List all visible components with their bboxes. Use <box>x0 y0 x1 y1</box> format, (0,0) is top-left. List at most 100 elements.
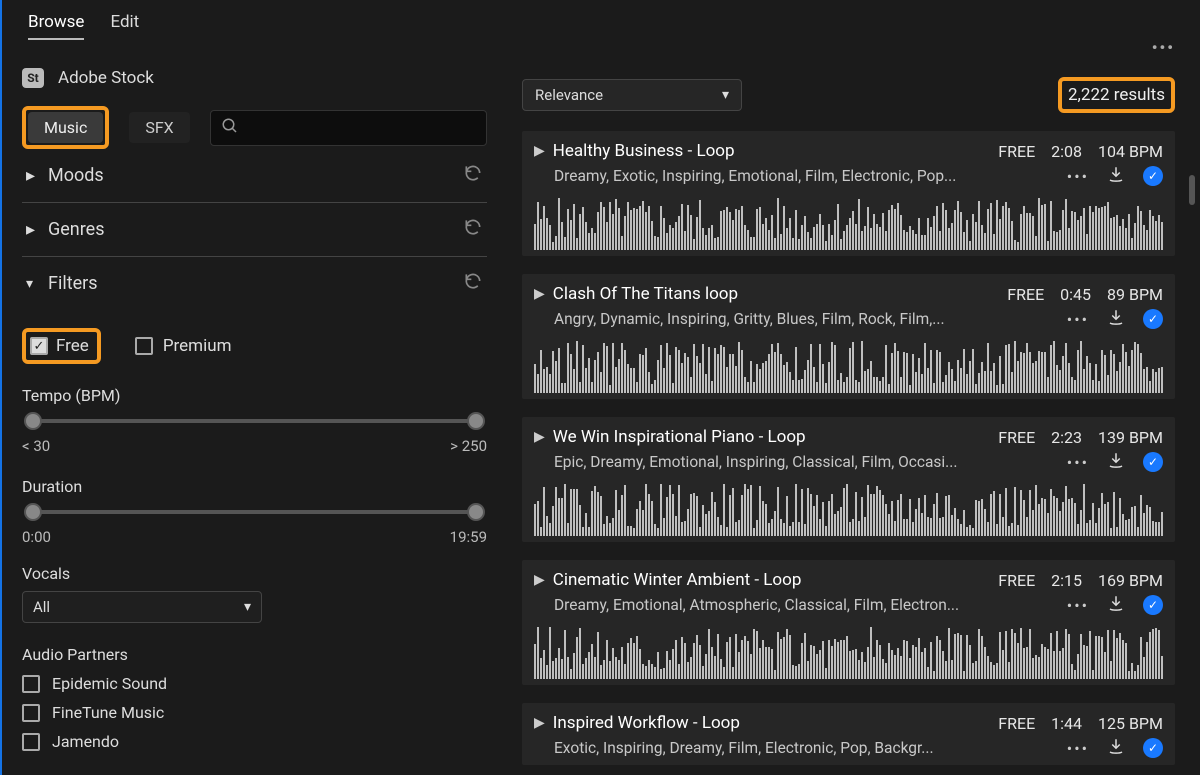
download-icon[interactable] <box>1107 737 1125 759</box>
waveform[interactable] <box>534 195 1163 250</box>
sort-value: Relevance <box>535 86 603 104</box>
more-menu-button[interactable]: ••• <box>1152 38 1175 57</box>
track-more-button[interactable]: ••• <box>1067 453 1089 472</box>
chevron-down-icon: ▾ <box>26 276 48 292</box>
checkbox-premium[interactable] <box>135 337 153 355</box>
licensed-badge-icon[interactable]: ✓ <box>1143 738 1163 758</box>
waveform[interactable] <box>534 624 1163 679</box>
reset-filters-button[interactable] <box>463 271 483 296</box>
download-icon[interactable] <box>1107 594 1125 616</box>
tempo-track[interactable] <box>28 419 481 423</box>
track-bpm: 169 BPM <box>1098 571 1163 590</box>
track-duration: 0:45 <box>1060 285 1091 304</box>
download-icon[interactable] <box>1107 165 1125 187</box>
track-tags: Exotic, Inspiring, Dreamy, Film, Electro… <box>554 739 1055 757</box>
duration-slider: Duration 0:00 19:59 <box>22 477 487 546</box>
track-tags: Epic, Dreamy, Emotional, Inspiring, Clas… <box>554 453 1055 471</box>
track-bpm: 104 BPM <box>1098 142 1163 161</box>
duration-track[interactable] <box>28 510 481 514</box>
partner-label: Jamendo <box>52 732 119 751</box>
tempo-slider: Tempo (BPM) < 30 > 250 <box>22 386 487 455</box>
tempo-max-knob[interactable] <box>467 412 485 430</box>
segment-music[interactable]: Music <box>28 112 103 143</box>
sort-dropdown[interactable]: Relevance ▾ <box>522 79 742 111</box>
checkbox-premium-label: Premium <box>163 336 232 356</box>
filters-panel: Browse Edit St Adobe Stock Music SFX ▸ M… <box>2 0 507 775</box>
licensed-badge-icon[interactable]: ✓ <box>1143 309 1163 329</box>
track-more-button[interactable]: ••• <box>1067 167 1089 186</box>
track-bpm: 89 BPM <box>1107 285 1163 304</box>
chevron-right-icon: ▸ <box>26 219 48 240</box>
track-item: ▶Healthy Business - LoopFREE2:08104 BPMD… <box>522 131 1175 256</box>
highlight-results: 2,222 results <box>1058 77 1175 113</box>
track-tags: Dreamy, Emotional, Atmospheric, Classica… <box>554 596 1055 614</box>
results-panel: ••• Relevance ▾ 2,222 results ▶ Healthy B… <box>507 0 1200 775</box>
search-input[interactable] <box>210 110 487 146</box>
vocals-value: All <box>33 598 50 616</box>
tab-edit[interactable]: Edit <box>110 12 139 40</box>
vocals-dropdown[interactable]: All ▾ <box>22 591 262 623</box>
track-title: Healthy Business - Loop <box>553 141 735 161</box>
waveform[interactable] <box>534 481 1163 536</box>
download-icon[interactable] <box>1107 451 1125 473</box>
track-title: We Win Inspirational Piano - Loop <box>553 427 806 447</box>
checkbox-free-label: Free <box>56 336 89 356</box>
play-button[interactable]: ▶ <box>534 143 545 159</box>
partner-label: FineTune Music <box>52 703 164 722</box>
duration-min-value: 0:00 <box>22 528 51 546</box>
track-title: Cinematic Winter Ambient - Loop <box>553 570 802 590</box>
checkbox-partner[interactable] <box>22 733 40 751</box>
vocals-label: Vocals <box>22 564 487 583</box>
licensed-badge-icon[interactable]: ✓ <box>1143 452 1163 472</box>
track-free-badge: FREE <box>1007 285 1044 304</box>
track-duration: 2:23 <box>1051 428 1082 447</box>
track-more-button[interactable]: ••• <box>1067 596 1089 615</box>
track-item: ▶ Inspired Workflow - Loop FREE 1:44 125 BPM… <box>522 703 1175 765</box>
tab-browse[interactable]: Browse <box>28 12 84 40</box>
track-more-button[interactable]: ••• <box>1067 310 1089 329</box>
checkbox-free[interactable]: ✓ <box>30 337 48 355</box>
left-border <box>0 0 2 775</box>
track-free-badge: FREE <box>998 714 1035 733</box>
download-icon[interactable] <box>1107 308 1125 330</box>
partner-item: FineTune Music <box>22 703 487 722</box>
track-duration: 1:44 <box>1051 714 1082 733</box>
scrollbar-thumb[interactable] <box>1189 175 1195 205</box>
section-label: Filters <box>48 273 98 294</box>
waveform[interactable] <box>534 338 1163 393</box>
partners-label: Audio Partners <box>22 645 487 664</box>
play-button[interactable]: ▶ <box>534 715 545 731</box>
chevron-down-icon: ▾ <box>244 599 251 615</box>
track-bpm: 125 BPM <box>1098 714 1163 733</box>
licensed-badge-icon[interactable]: ✓ <box>1143 595 1163 615</box>
source-row: St Adobe Stock <box>22 68 487 88</box>
chevron-down-icon: ▾ <box>722 87 729 103</box>
play-button[interactable]: ▶ <box>534 286 545 302</box>
partners-block: Audio Partners Epidemic Sound FineTune M… <box>22 645 487 761</box>
tempo-max-value: > 250 <box>450 437 487 455</box>
track-item: ▶We Win Inspirational Piano - LoopFREE2:… <box>522 417 1175 542</box>
reset-moods-button[interactable] <box>463 163 483 188</box>
track-title: Inspired Workflow - Loop <box>553 713 740 733</box>
track-more-button[interactable]: ••• <box>1067 739 1089 758</box>
checkbox-partner[interactable] <box>22 704 40 722</box>
segment-row: Music SFX <box>22 106 487 149</box>
top-tabs: Browse Edit <box>22 10 487 40</box>
section-filters[interactable]: ▾ Filters <box>22 257 487 310</box>
play-button[interactable]: ▶ <box>534 572 545 588</box>
highlight-free: ✓ Free <box>22 328 101 364</box>
duration-min-knob[interactable] <box>24 503 42 521</box>
reset-genres-button[interactable] <box>463 217 483 242</box>
chevron-right-icon: ▸ <box>26 165 48 186</box>
section-moods[interactable]: ▸ Moods <box>22 149 487 203</box>
section-genres[interactable]: ▸ Genres <box>22 203 487 257</box>
track-free-badge: FREE <box>998 142 1035 161</box>
licensed-badge-icon[interactable]: ✓ <box>1143 166 1163 186</box>
segment-sfx[interactable]: SFX <box>129 112 189 143</box>
play-button[interactable]: ▶ <box>534 429 545 445</box>
checkbox-partner[interactable] <box>22 675 40 693</box>
tempo-min-knob[interactable] <box>24 412 42 430</box>
track-item: ▶Cinematic Winter Ambient - LoopFREE2:15… <box>522 560 1175 685</box>
duration-max-knob[interactable] <box>467 503 485 521</box>
track-bpm: 139 BPM <box>1098 428 1163 447</box>
